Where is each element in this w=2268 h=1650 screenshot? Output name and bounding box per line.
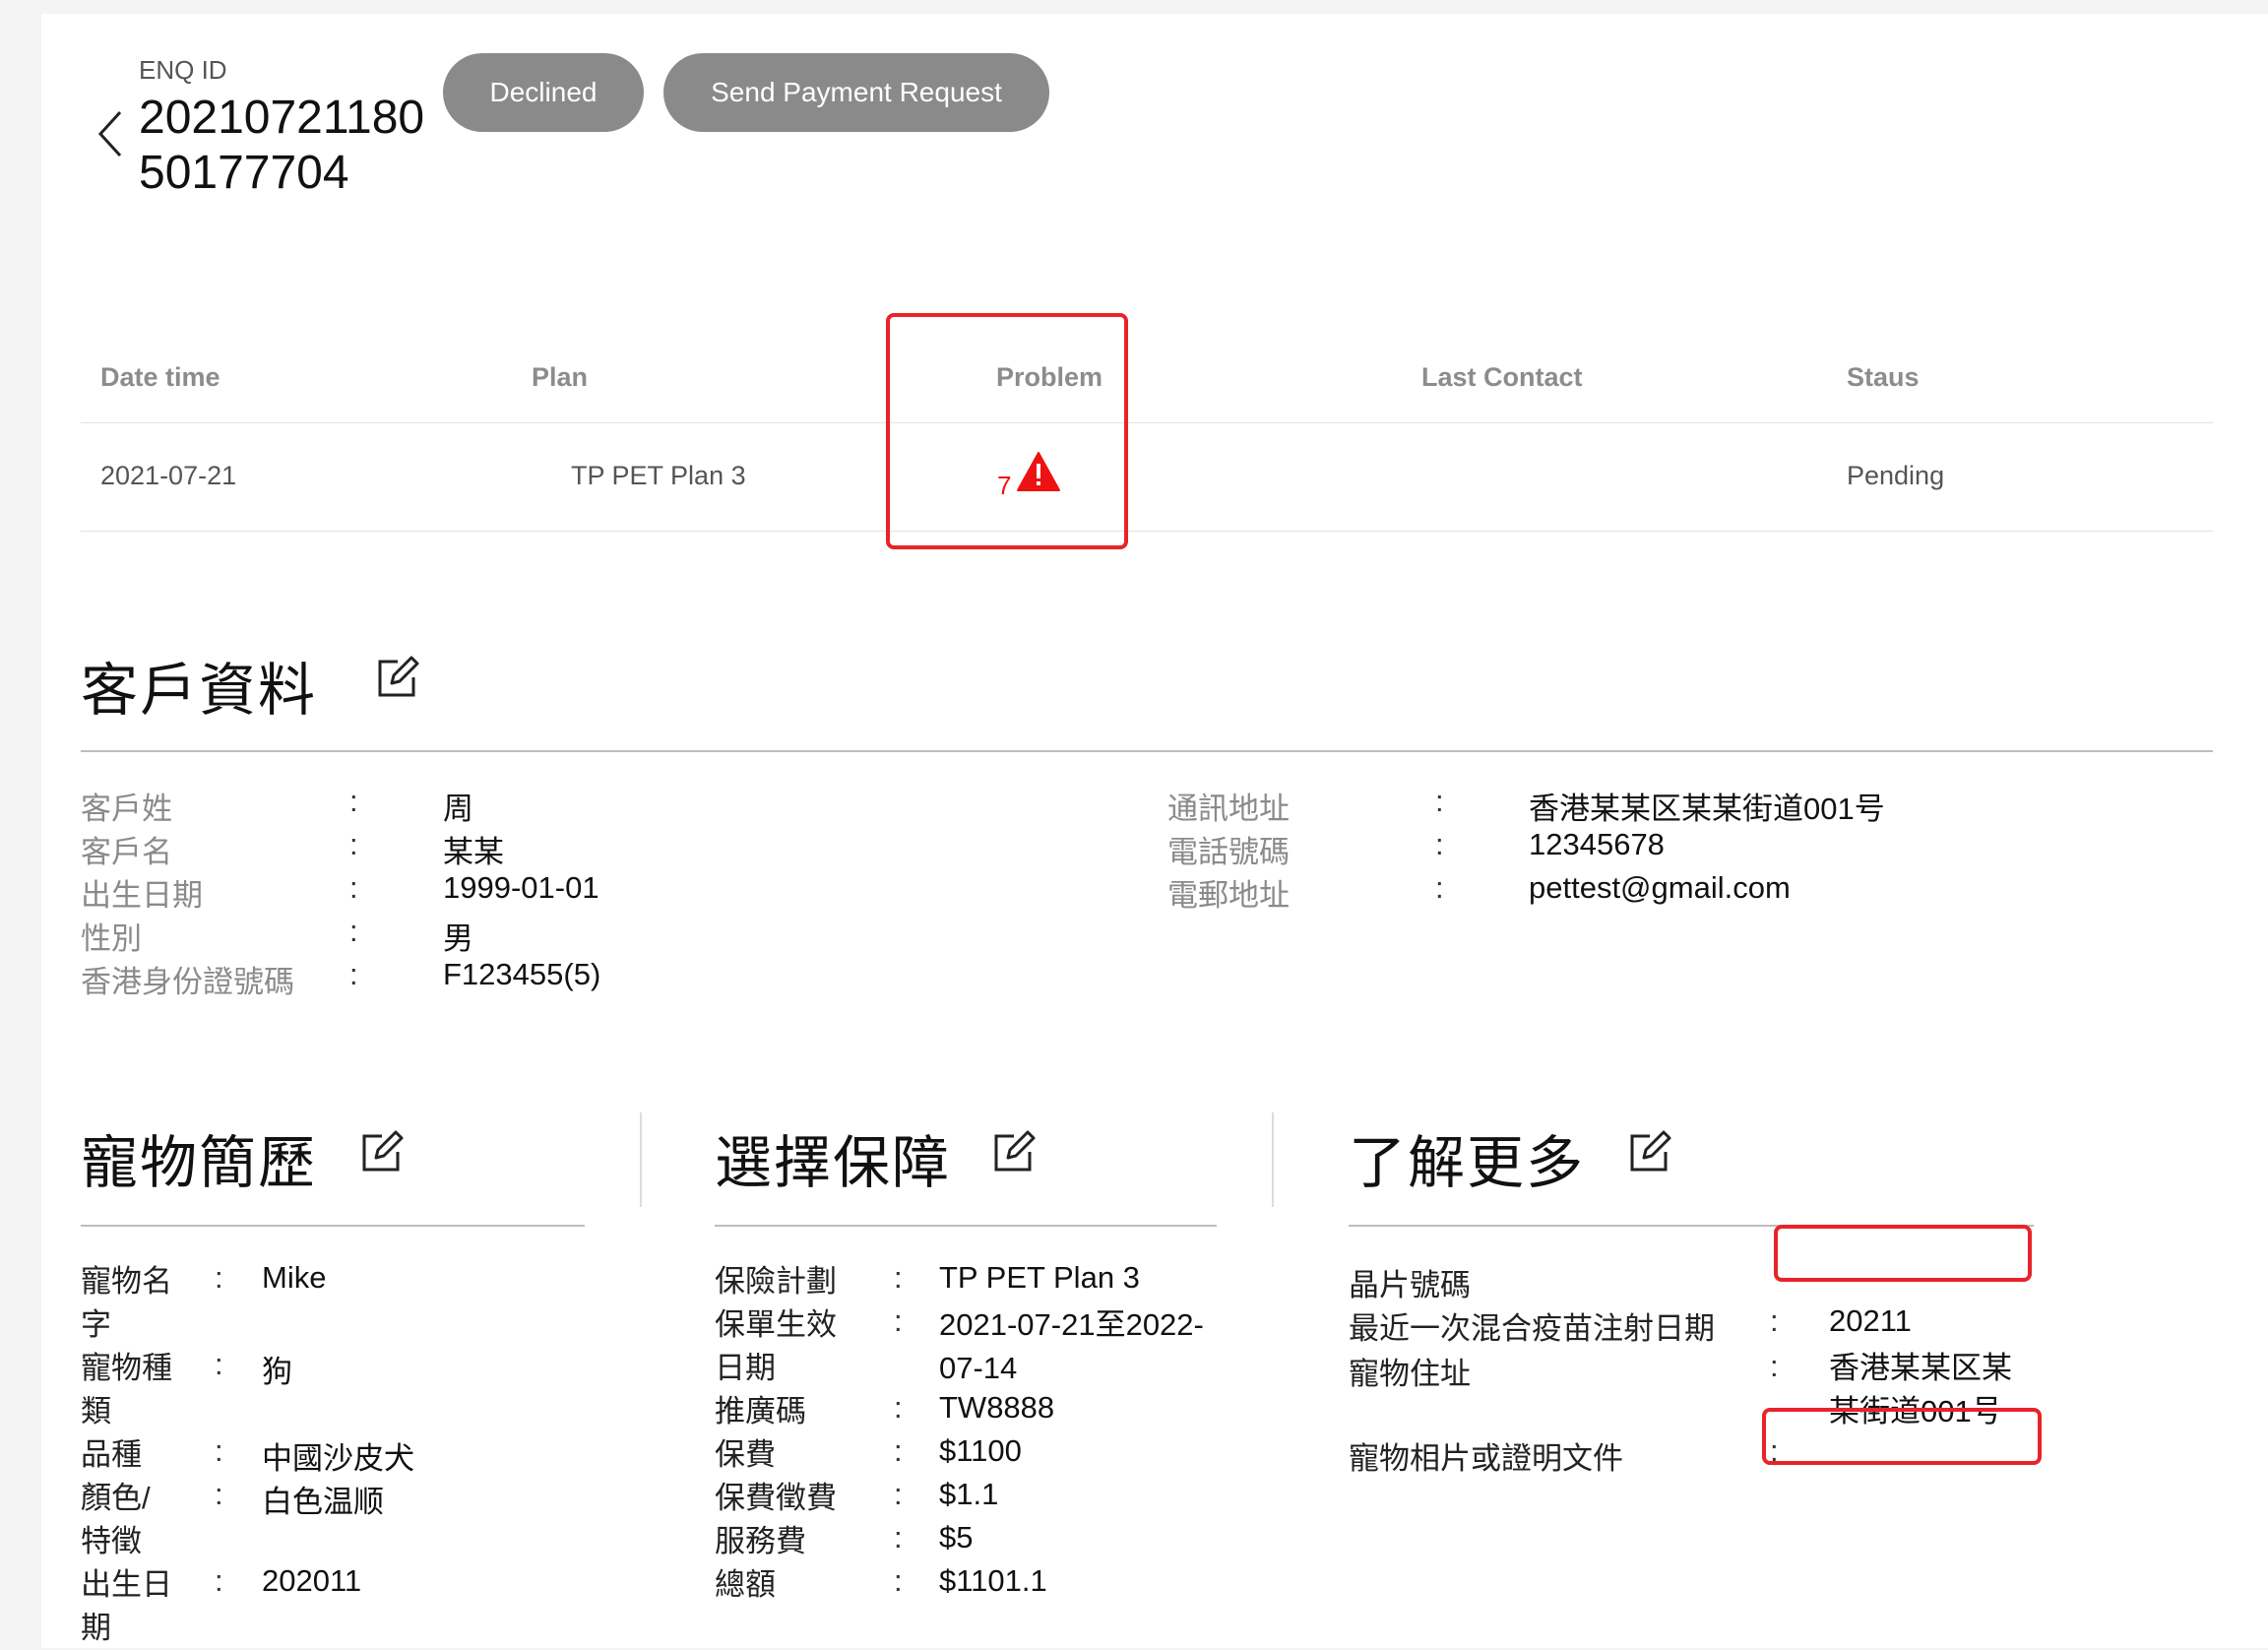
pet-dob-label: 出生日期: [81, 1567, 172, 1645]
customer-given-name-value: 某某: [443, 835, 504, 869]
divider: [81, 1225, 585, 1227]
colon: :: [349, 784, 358, 818]
pet-photo-highlight-box: [1762, 1408, 2042, 1465]
pet-type-label: 寵物種類: [81, 1351, 172, 1428]
colon: :: [1435, 827, 1444, 861]
cell-date: 2021-07-21: [100, 461, 237, 490]
edit-icon[interactable]: [374, 656, 419, 701]
total-value: $1101.1: [939, 1563, 1047, 1598]
customer-given-name-label: 客戶名: [81, 835, 172, 869]
divider: [81, 750, 2213, 752]
customer-gender-value: 男: [443, 921, 473, 956]
declined-button[interactable]: Declined: [443, 53, 644, 132]
colon: :: [1435, 870, 1444, 905]
colon: :: [894, 1260, 903, 1295]
colon: :: [894, 1433, 903, 1468]
customer-surname-value: 周: [443, 792, 473, 826]
cell-status: Pending: [1847, 461, 1945, 490]
customer-gender-label: 性別: [81, 921, 142, 956]
customer-dob-label: 出生日期: [81, 878, 203, 913]
premium-levy-label: 保費徵費: [715, 1481, 837, 1515]
enq-id-label: ENQ ID: [139, 55, 227, 85]
pet-color-value: 白色温顺: [262, 1485, 384, 1519]
pet-breed-label: 品種: [81, 1437, 142, 1472]
vaccine-date-label: 最近一次混合疫苗注射日期: [1349, 1311, 1715, 1346]
chevron-left-icon[interactable]: [91, 104, 130, 163]
pet-breed-value: 中國沙皮犬: [262, 1441, 414, 1476]
col-plan: Plan: [532, 362, 589, 392]
colon: :: [215, 1433, 223, 1468]
plan-label: 保險計劃: [715, 1264, 837, 1299]
customer-email-value: pettest@gmail.com: [1529, 870, 1791, 905]
vaccine-date-value: 20211: [1829, 1303, 1912, 1338]
more-section-title: 了解更多: [1349, 1131, 1586, 1195]
customer-section-title: 客戶資料: [81, 659, 318, 723]
colon: :: [894, 1390, 903, 1425]
divider: [715, 1225, 1217, 1227]
chip-number-label: 晶片號碼: [1349, 1268, 1471, 1302]
customer-hkid-value: F123455(5): [443, 957, 601, 991]
problem-highlight-box: [886, 313, 1128, 549]
pet-photo-label: 寵物相片或證明文件: [1349, 1441, 1623, 1476]
colon: :: [215, 1477, 223, 1511]
pet-section-title: 寵物簡歷: [81, 1131, 318, 1195]
premium-levy-value: $1.1: [939, 1477, 999, 1511]
customer-hkid-label: 香港身份證號碼: [81, 965, 294, 999]
service-fee-label: 服務費: [715, 1524, 806, 1558]
promo-code-label: 推廣碼: [715, 1394, 806, 1428]
column-divider: [1272, 1112, 1274, 1207]
coverage-section-title: 選擇保障: [715, 1131, 952, 1195]
customer-phone-value: 12345678: [1529, 827, 1665, 861]
colon: :: [894, 1477, 903, 1511]
pet-color-label: 顏色/特徵: [81, 1481, 151, 1558]
edit-icon[interactable]: [990, 1130, 1036, 1175]
total-label: 總額: [715, 1567, 776, 1602]
colon: :: [215, 1347, 223, 1381]
colon: :: [1435, 784, 1444, 818]
customer-dob-value: 1999-01-01: [443, 870, 599, 905]
cell-plan: TP PET Plan 3: [571, 461, 746, 490]
enquiry-detail-page: ENQ ID 2021072118050177704 Declined Send…: [41, 14, 2268, 1648]
column-divider: [640, 1112, 642, 1207]
colon: :: [349, 957, 358, 991]
service-fee-value: $5: [939, 1520, 974, 1555]
chip-number-highlight-box: [1774, 1225, 2032, 1282]
premium-value: $1100: [939, 1433, 1022, 1468]
pet-address-label: 寵物住址: [1349, 1357, 1471, 1391]
colon: :: [215, 1563, 223, 1598]
table-header: Date time Plan Problem Last Contact Stau…: [81, 339, 2213, 423]
col-status: Staus: [1847, 362, 1920, 392]
col-last-contact: Last Contact: [1421, 362, 1583, 392]
customer-address-value: 香港某某区某某街道001号: [1529, 792, 1885, 826]
colon: :: [1770, 1349, 1779, 1383]
customer-email-label: 電郵地址: [1167, 878, 1290, 913]
colon: :: [215, 1260, 223, 1295]
colon: :: [894, 1563, 903, 1598]
edit-icon[interactable]: [1626, 1130, 1671, 1175]
colon: :: [349, 914, 358, 948]
enq-id-value: 2021072118050177704: [139, 92, 425, 199]
colon: :: [349, 827, 358, 861]
colon: :: [349, 870, 358, 905]
customer-surname-label: 客戶姓: [81, 792, 172, 826]
edit-icon[interactable]: [358, 1130, 404, 1175]
colon: :: [894, 1520, 903, 1555]
pet-dob-value: 202011: [262, 1563, 362, 1598]
colon: :: [894, 1303, 903, 1338]
send-payment-request-button[interactable]: Send Payment Request: [663, 53, 1049, 132]
pet-name-value: Mike: [262, 1260, 327, 1295]
promo-code-value: TW8888: [939, 1390, 1055, 1425]
premium-label: 保費: [715, 1437, 776, 1472]
customer-address-label: 通訊地址: [1167, 792, 1290, 826]
pet-type-value: 狗: [262, 1355, 292, 1389]
table-row[interactable]: 2021-07-21 TP PET Plan 3 7 Pending: [81, 423, 2213, 532]
pet-name-label: 寵物名字: [81, 1264, 172, 1342]
customer-phone-label: 電話號碼: [1167, 835, 1290, 869]
plan-value: TP PET Plan 3: [939, 1260, 1140, 1295]
colon: :: [1770, 1303, 1779, 1338]
effective-date-value: 2021-07-21至2022-07-14: [939, 1307, 1204, 1385]
col-date-time: Date time: [100, 362, 220, 392]
effective-date-label: 保單生效日期: [715, 1307, 837, 1385]
